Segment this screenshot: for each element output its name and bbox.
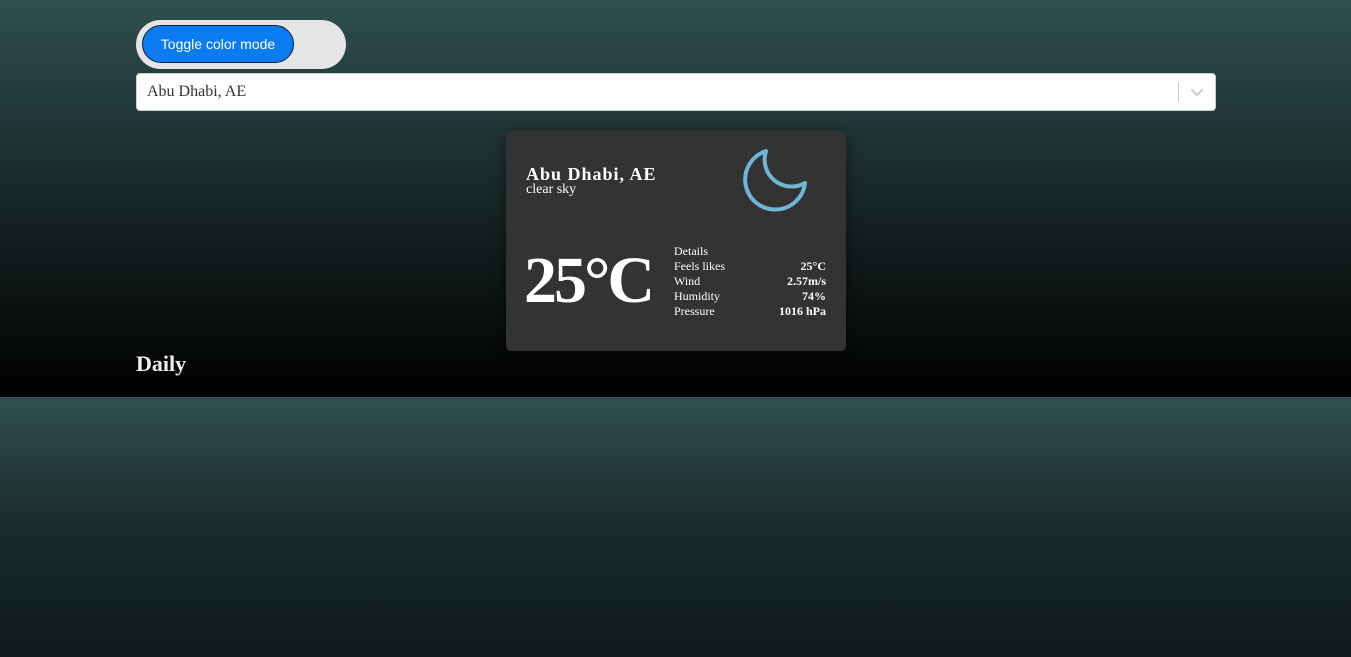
daily-heading: Daily [136, 351, 187, 376]
detail-label: Humidity [674, 289, 721, 303]
weather-description: clear sky [526, 182, 577, 197]
color-mode-toggle-container: Toggle color mode [136, 20, 346, 69]
weather-details: Details Feels likes 25°C Wind 2.57m/s Hu… [674, 244, 826, 319]
detail-label: Feels likes [674, 259, 725, 273]
detail-value: 25°C [800, 259, 826, 273]
city-select-value: Abu Dhabi, AE [147, 83, 247, 100]
detail-value: 1016 hPa [778, 304, 826, 318]
detail-row-feels-like: Feels likes 25°C [674, 259, 826, 274]
detail-label: Pressure [674, 304, 715, 318]
moon-icon [739, 145, 811, 217]
detail-row-wind: Wind 2.57m/s [674, 274, 826, 289]
detail-value: 74% [802, 289, 826, 303]
detail-label: Wind [674, 274, 701, 288]
detail-row-humidity: Humidity 74% [674, 289, 826, 304]
toggle-color-mode-button[interactable]: Toggle color mode [142, 25, 294, 63]
detail-value: 2.57m/s [787, 274, 826, 288]
city-select[interactable]: Abu Dhabi, AE [136, 73, 1216, 111]
detail-row-pressure: Pressure 1016 hPa [674, 304, 826, 319]
chevron-down-icon[interactable] [1179, 74, 1215, 110]
current-temperature: 25°C [524, 244, 655, 317]
card-city-name: Abu Dhabi, AE [526, 164, 657, 184]
current-weather-card: Abu Dhabi, AE clear sky 25°C Details Fee… [506, 131, 846, 351]
details-title: Details [674, 244, 708, 258]
